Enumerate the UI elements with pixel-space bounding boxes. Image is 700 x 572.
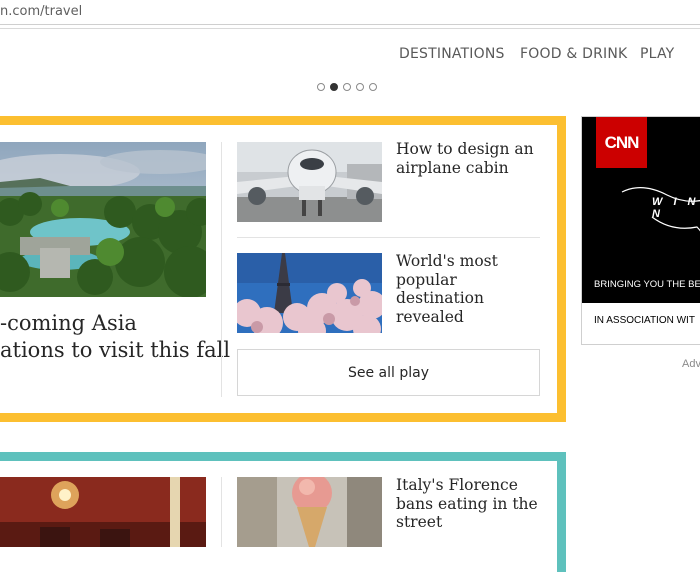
nav-destinations[interactable]: DESTINATIONS <box>399 46 505 62</box>
ad-headline: W I N N <box>652 196 700 220</box>
nav-play[interactable]: PLAY <box>640 46 674 62</box>
story-image-gelato[interactable] <box>237 477 382 547</box>
hero-headline-line: ations to visit this fall <box>0 338 231 362</box>
nav-food-drink[interactable]: FOOD & DRINK <box>520 46 627 62</box>
advertisement-label: Adv <box>682 358 700 370</box>
hero-headline-line: -coming Asia <box>0 311 137 335</box>
carousel-dot[interactable] <box>369 83 377 91</box>
see-all-play-button[interactable]: See all play <box>237 349 540 396</box>
carousel-dot[interactable] <box>356 83 364 91</box>
ad-tagline: BRINGING YOU THE BEST I <box>594 279 700 290</box>
cnn-logo: CNN <box>596 117 647 168</box>
toolbar-divider <box>0 28 700 29</box>
advertisement-banner[interactable]: CNN W I N N BRINGING YOU THE BEST I IN A… <box>581 116 700 345</box>
address-bar-url[interactable]: n.com/travel <box>0 4 82 19</box>
carousel-dot[interactable] <box>317 83 325 91</box>
carousel-indicator <box>317 83 377 91</box>
story-image-airplane[interactable] <box>237 142 382 222</box>
hero-image-resort[interactable] <box>0 142 206 297</box>
story-title-airplane-cabin[interactable]: How to design an airplane cabin <box>396 140 546 177</box>
ad-association-text: IN ASSOCIATION WIT <box>582 303 700 344</box>
story-title-florence[interactable]: Italy's Florence bans eating in the stre… <box>396 476 546 532</box>
horse-outline-icon <box>621 187 700 232</box>
story-image-eiffel-tower[interactable] <box>237 253 382 333</box>
column-divider <box>221 477 222 547</box>
address-bar[interactable]: n.com/travel <box>0 0 700 25</box>
carousel-dot[interactable] <box>343 83 351 91</box>
section-nav: DESTINATIONS FOOD & DRINK PLAY <box>0 46 700 68</box>
hero-headline[interactable]: -coming Asia ations to visit this fall <box>0 310 230 364</box>
story-divider <box>237 237 540 238</box>
story-image-restaurant[interactable] <box>0 477 206 547</box>
story-title-popular-destination[interactable]: World's most popular destination reveale… <box>396 252 546 326</box>
column-divider <box>221 142 222 397</box>
carousel-dot-active[interactable] <box>330 83 338 91</box>
